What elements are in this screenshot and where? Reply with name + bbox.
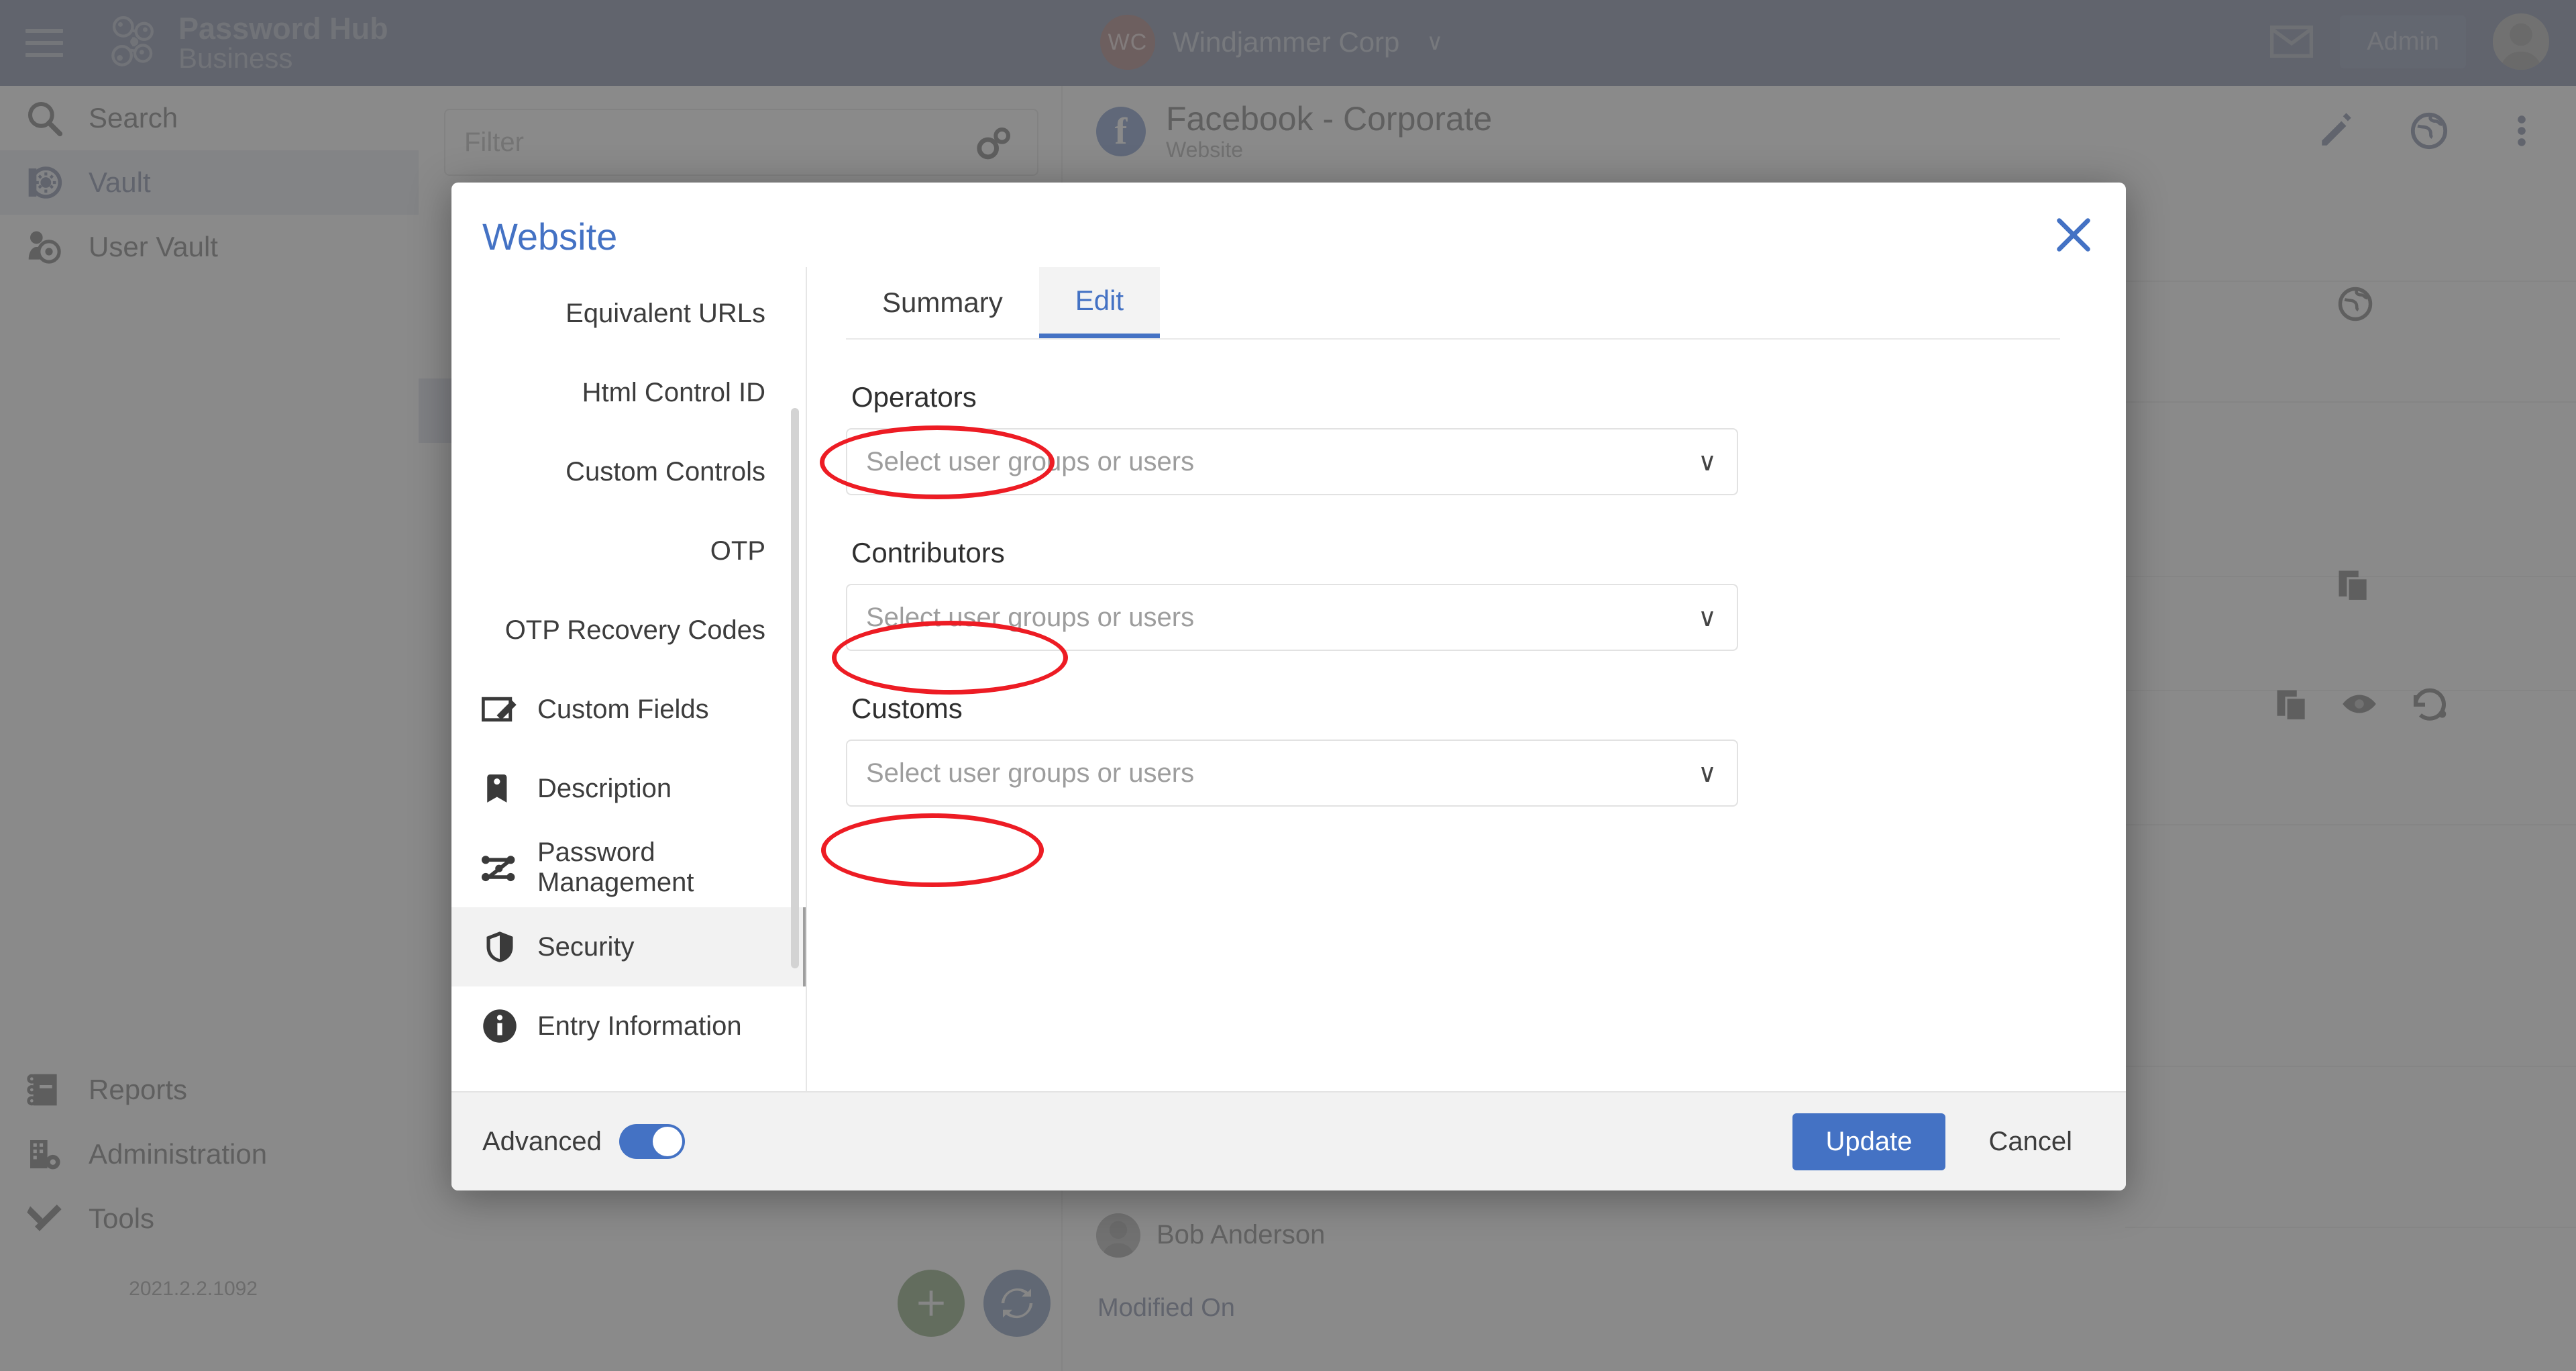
website-entry-modal: Website Equivalent URLs Html Control ID … <box>451 183 2126 1190</box>
modal-nav-item-password-management[interactable]: Password Management <box>451 828 807 907</box>
customs-select[interactable]: Select user groups or users ∨ <box>846 740 1738 807</box>
modal-nav-item-entry-information[interactable]: Entry Information <box>451 986 807 1066</box>
field-label-customs: Customs <box>851 693 963 724</box>
modal-nav-item-description[interactable]: Description <box>451 749 807 828</box>
advanced-toggle-group[interactable]: Advanced <box>482 1124 685 1159</box>
modal-nav-label: Password Management <box>537 837 694 897</box>
field-label-contributors: Contributors <box>851 537 1005 568</box>
advanced-label: Advanced <box>482 1126 602 1156</box>
field-label-operators: Operators <box>851 381 977 413</box>
update-button[interactable]: Update <box>1792 1113 1946 1170</box>
modal-nav-label: Description <box>537 773 672 803</box>
app-root: Password Hub Business WC Windjammer Corp… <box>0 0 2576 1371</box>
tab-edit[interactable]: Edit <box>1038 267 1161 338</box>
modal-section-nav: Equivalent URLs Html Control ID Custom C… <box>451 267 807 1091</box>
modal-nav-item-security[interactable]: Security <box>451 907 807 986</box>
modal-footer: Advanced Update Cancel <box>451 1091 2126 1190</box>
modal-tabs: Summary Edit <box>846 267 2060 340</box>
modal-body: Equivalent URLs Html Control ID Custom C… <box>451 267 2126 1091</box>
modal-nav-scrollbar[interactable] <box>791 408 799 968</box>
footer-buttons: Update Cancel <box>1792 1113 2080 1170</box>
modal-nav-subitem-equivalent-urls[interactable]: Equivalent URLs <box>451 274 807 353</box>
modal-nav-item-custom-fields[interactable]: Custom Fields <box>451 670 807 749</box>
contributors-placeholder: Select user groups or users <box>866 602 1195 632</box>
edit-field-icon <box>481 691 519 728</box>
tag-icon <box>481 770 519 807</box>
contributors-select[interactable]: Select user groups or users ∨ <box>846 584 1738 651</box>
cancel-button[interactable]: Cancel <box>1982 1113 2079 1170</box>
password-management-icon <box>481 849 519 886</box>
customs-placeholder: Select user groups or users <box>866 758 1195 788</box>
chevron-down-icon: ∨ <box>1698 603 1717 632</box>
info-icon <box>481 1007 519 1045</box>
operators-select[interactable]: Select user groups or users ∨ <box>846 428 1738 495</box>
close-icon[interactable] <box>2052 213 2095 256</box>
chevron-down-icon: ∨ <box>1698 448 1717 476</box>
shield-icon <box>481 928 519 966</box>
modal-nav-label: Entry Information <box>537 1011 742 1041</box>
toggle-knob <box>652 1127 682 1156</box>
tab-summary[interactable]: Summary <box>846 267 1039 338</box>
field-contributors: Contributors Select user groups or users… <box>846 537 1738 651</box>
modal-nav-subitem-otp-recovery-codes[interactable]: OTP Recovery Codes <box>451 591 807 670</box>
advanced-toggle[interactable] <box>619 1124 685 1159</box>
modal-nav-subitem-custom-controls[interactable]: Custom Controls <box>451 432 807 511</box>
modal-nav-label: Custom Fields <box>537 694 709 724</box>
modal-nav-subitem-otp[interactable]: OTP <box>451 511 807 591</box>
modal-main-panel: Summary Edit Operators Select user group… <box>807 267 2126 1091</box>
modal-nav-subitem-html-control-id[interactable]: Html Control ID <box>451 353 807 432</box>
field-operators: Operators Select user groups or users ∨ <box>846 381 1738 495</box>
chevron-down-icon: ∨ <box>1698 759 1717 788</box>
modal-nav-label: Security <box>537 931 635 962</box>
operators-placeholder: Select user groups or users <box>866 446 1195 476</box>
modal-title: Website <box>482 215 618 258</box>
modal-header: Website <box>451 183 2126 267</box>
field-customs: Customs Select user groups or users ∨ <box>846 693 1738 807</box>
